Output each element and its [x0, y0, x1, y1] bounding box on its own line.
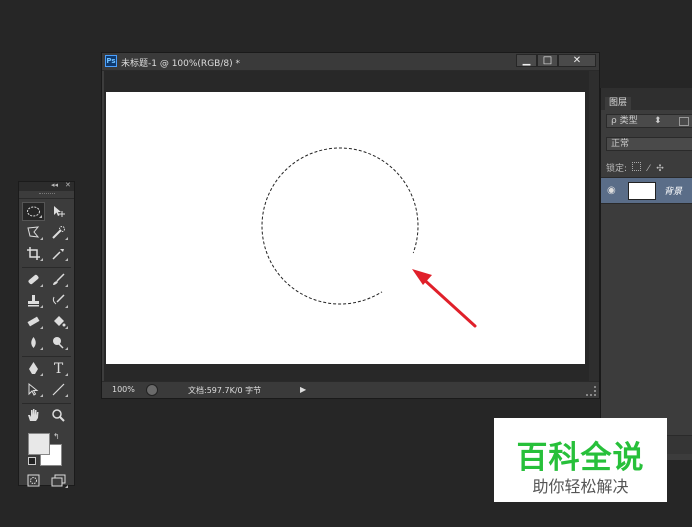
tools-panel: ◂◂ ✕ T ↰: [18, 181, 75, 488]
paint-bucket-icon: [54, 316, 66, 327]
quick-mask-button[interactable]: [22, 471, 45, 490]
pen-icon: [29, 362, 38, 374]
screen-mode-icon: [51, 474, 66, 487]
crop-tool[interactable]: [22, 244, 45, 263]
photoshop-app-icon: Ps: [105, 55, 117, 67]
document-size-info: 文档:597.7K/0 字节: [188, 386, 262, 395]
document-titlebar[interactable]: Ps 未标题-1 @ 100%(RGB/8) * ▁ □ ✕: [102, 53, 599, 71]
marquee-gap-2: [239, 142, 281, 186]
watermark-subtitle: 助你轻松解决: [532, 477, 629, 496]
swap-colors-icon[interactable]: ↰: [53, 432, 60, 441]
pen-tool[interactable]: [22, 359, 45, 378]
layers-panel: 图层 ρ 类型 ⬍ 正常 锁定: ⁄ ✣ ◉ 背景: [600, 88, 692, 460]
eraser-tool[interactable]: [22, 312, 45, 331]
layer-name: 背景: [664, 187, 683, 197]
maximize-button[interactable]: □: [537, 54, 558, 67]
line-icon: [52, 383, 65, 396]
bandage-icon: [28, 274, 39, 285]
water-drop-icon: [31, 337, 36, 348]
status-info-icon[interactable]: [146, 384, 158, 396]
minimize-icon: ▁: [522, 55, 531, 66]
status-menu-arrow-icon[interactable]: ▶: [300, 385, 306, 394]
screen-mode-button[interactable]: [47, 471, 70, 490]
layer-row-background[interactable]: ◉ 背景: [601, 177, 692, 204]
panel-grip[interactable]: [19, 193, 74, 199]
vertical-scrollbar[interactable]: [589, 71, 599, 381]
dodge-icon: [53, 337, 64, 349]
maximize-icon: □: [542, 55, 553, 66]
line-tool[interactable]: [47, 380, 70, 399]
stamp-icon: [28, 295, 39, 307]
layers-panel-tabs: 图层: [601, 88, 692, 110]
resize-grip-icon[interactable]: [586, 386, 596, 396]
lock-transparent-icon[interactable]: [631, 162, 641, 171]
healing-brush-tool[interactable]: [22, 270, 45, 289]
quick-selection-icon: [52, 226, 65, 239]
visibility-eye-icon[interactable]: ◉: [607, 185, 616, 196]
tools-panel-header: ◂◂ ✕: [19, 181, 74, 191]
red-arrow-annotation: [412, 269, 477, 328]
filter-label: ρ 类型: [611, 116, 638, 126]
color-swatches: ↰: [19, 430, 74, 470]
magnifier-icon: [52, 409, 65, 422]
brush-icon: [53, 273, 65, 285]
history-brush-icon: [52, 294, 65, 305]
canvas-area: [104, 71, 589, 381]
canvas[interactable]: [106, 92, 585, 364]
path-selection-tool[interactable]: [22, 380, 45, 399]
canvas-overlay: [239, 142, 477, 328]
collapse-icon[interactable]: ◂◂: [51, 181, 58, 189]
clone-stamp-tool[interactable]: [22, 291, 45, 310]
zoom-tool[interactable]: [47, 406, 70, 425]
paint-bucket-tool[interactable]: [47, 312, 70, 331]
status-bar: 100% 文档:597.7K/0 字节 ▶: [102, 381, 599, 398]
lock-label: 锁定:: [606, 164, 628, 174]
lock-row: 锁定: ⁄ ✣: [606, 161, 664, 174]
type-tool[interactable]: T: [47, 359, 70, 378]
filter-dropdown-icon: ⬍: [654, 116, 662, 126]
path-selection-icon: [28, 382, 39, 396]
tab-layers[interactable]: 图层: [605, 97, 632, 110]
image-filter-icon[interactable]: [679, 117, 689, 126]
blur-tool[interactable]: [22, 333, 45, 352]
foreground-color-swatch[interactable]: [28, 433, 50, 455]
lock-paint-icon[interactable]: ⁄: [648, 164, 650, 174]
eyedropper-icon: [52, 249, 64, 260]
move-tool[interactable]: [47, 202, 70, 221]
default-colors-icon[interactable]: [28, 457, 36, 465]
close-button[interactable]: ✕: [558, 54, 596, 67]
watermark-logo: 百科全说 助你轻松解决: [494, 418, 667, 502]
history-brush-tool[interactable]: [47, 291, 70, 310]
hand-tool[interactable]: [22, 406, 45, 425]
document-window: Ps 未标题-1 @ 100%(RGB/8) * ▁ □ ✕ 100% 文档:5…: [101, 52, 600, 399]
hand-icon: [28, 409, 39, 421]
zoom-level[interactable]: 100%: [112, 385, 135, 394]
dodge-tool[interactable]: [47, 333, 70, 352]
minimize-button[interactable]: ▁: [516, 54, 537, 67]
layer-filter-select[interactable]: ρ 类型 ⬍: [606, 114, 692, 128]
eraser-icon: [27, 316, 40, 327]
elliptical-marquee-tool[interactable]: [22, 202, 45, 221]
blend-mode-select[interactable]: 正常: [606, 137, 692, 151]
crop-icon: [27, 247, 40, 260]
quick-selection-tool[interactable]: [47, 223, 70, 242]
lock-position-icon[interactable]: ✣: [656, 164, 664, 174]
blend-mode-value: 正常: [611, 139, 630, 149]
type-icon: T: [53, 360, 64, 377]
polygonal-lasso-icon: [27, 226, 40, 238]
close-icon: ✕: [572, 55, 582, 66]
eyedropper-tool[interactable]: [47, 244, 70, 263]
quick-mask-icon: [27, 474, 40, 487]
document-title: 未标题-1 @ 100%(RGB/8) *: [121, 59, 240, 69]
move-icon: [54, 206, 65, 217]
lasso-tool[interactable]: [22, 223, 45, 242]
brush-tool[interactable]: [47, 270, 70, 289]
close-panel-icon[interactable]: ✕: [65, 181, 71, 189]
watermark-title: 百科全说: [516, 440, 645, 476]
layer-thumbnail: [628, 182, 656, 200]
